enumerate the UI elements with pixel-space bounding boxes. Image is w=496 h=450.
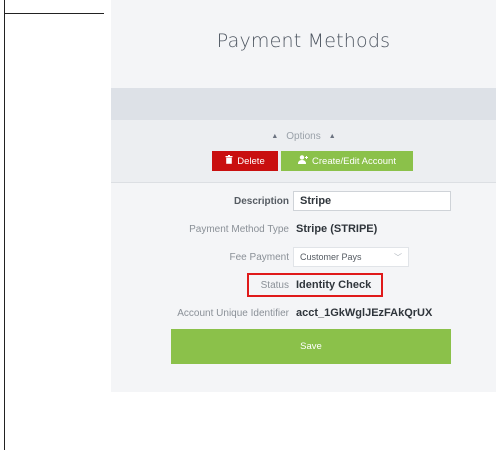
chevron-down-icon: ﹀ [394,252,402,262]
create-edit-label: Create/Edit Account [312,155,396,167]
triangle-up-icon: ▲ [328,133,336,140]
options-label: Options [286,131,321,142]
payment-methods-panel: Payment Methods ▲ Options ▲ Delete Create/… [111,0,496,392]
create-edit-account-button[interactable]: Create/Edit Account [281,151,413,171]
triangle-up-icon: ▲ [271,133,279,140]
trash-icon [225,155,233,167]
divider [111,182,496,183]
account-unique-identifier-value: acct_1GkWglJEzFAkQrUX [296,307,433,319]
description-label: Description [233,196,289,207]
payment-method-type-label: Payment Method Type [189,224,289,235]
page-title: Payment Methods [216,30,391,52]
account-unique-identifier-label: Account Unique Identifier [177,308,289,319]
save-button[interactable]: Save [171,329,451,364]
header-band [111,88,496,120]
options-toggle[interactable]: ▲ Options ▲ [111,131,496,142]
frame-border-left [4,0,5,450]
description-input[interactable] [293,191,451,211]
delete-label: Delete [237,155,265,167]
status-value: Identity Check [296,279,372,291]
fee-payment-select[interactable]: Customer Pays ﹀ [293,247,409,267]
delete-button[interactable]: Delete [212,151,278,171]
user-add-icon [298,155,309,167]
fee-payment-value: Customer Pays [300,252,362,262]
fee-payment-label: Fee Payment [229,252,289,263]
status-label: Status [260,280,289,291]
frame-border-top [4,13,104,14]
payment-method-type-value: Stripe (STRIPE) [296,223,378,235]
